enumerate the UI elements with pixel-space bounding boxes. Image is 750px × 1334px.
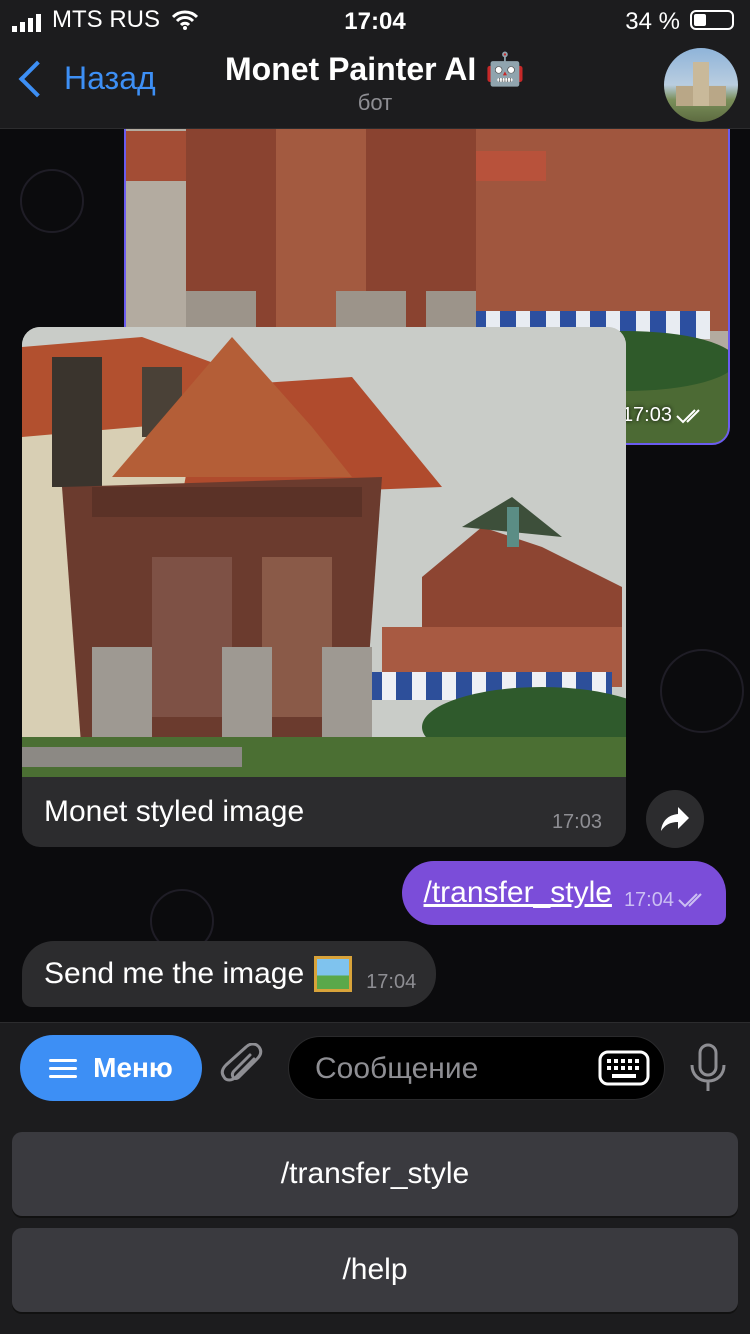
- share-arrow-icon: [661, 807, 689, 831]
- bot-reply-keyboard: /transfer_style /help: [0, 1113, 750, 1334]
- chat-header: Назад Monet Painter AI 🤖 бот: [0, 42, 750, 129]
- received-text-message[interactable]: Send me the image 17:04: [22, 941, 437, 1007]
- bot-menu-button[interactable]: Меню: [20, 1035, 202, 1101]
- message-input[interactable]: [313, 1049, 587, 1089]
- microphone-icon: [690, 1043, 726, 1091]
- received-image[interactable]: [22, 327, 626, 777]
- battery-percent: 34 %: [625, 8, 680, 35]
- menu-label: Меню: [93, 1052, 173, 1083]
- sent-image-timestamp: 17:03: [622, 404, 706, 427]
- received-image-caption-bubble[interactable]: Monet styled image 17:03: [22, 777, 626, 847]
- background-doodle: [20, 169, 84, 233]
- message-timestamp: 17:04: [366, 970, 417, 993]
- voice-record-button[interactable]: [688, 1043, 728, 1098]
- background-doodle: [660, 649, 744, 733]
- chat-subtitle: бот: [357, 90, 393, 115]
- command-link[interactable]: /transfer_style: [424, 876, 612, 910]
- hamburger-icon: [49, 1054, 78, 1083]
- bot-avatar[interactable]: [664, 48, 738, 122]
- message-field[interactable]: [288, 1036, 665, 1100]
- attach-button[interactable]: [220, 1042, 266, 1098]
- forward-button[interactable]: [646, 790, 704, 848]
- battery-icon: [690, 10, 734, 30]
- sent-command-message[interactable]: /transfer_style 17:04: [401, 861, 726, 925]
- bot-keyboard-toggle-button[interactable]: [598, 1050, 650, 1091]
- image-caption: Monet styled image: [44, 795, 305, 828]
- keyboard-button-help[interactable]: /help: [12, 1228, 738, 1312]
- keyboard-button-transfer-style[interactable]: /transfer_style: [12, 1132, 738, 1216]
- message-input-bar: Меню: [0, 1022, 750, 1113]
- double-check-icon: [678, 893, 702, 908]
- monet-styled-photo: [22, 327, 626, 777]
- message-text: Send me the image: [44, 957, 305, 990]
- double-check-icon: [676, 408, 700, 423]
- message-timestamp: 17:03: [551, 811, 602, 833]
- paperclip-icon: [220, 1042, 263, 1082]
- status-bar: MTS RUS 17:04 34 %: [0, 0, 750, 42]
- message-timestamp: 17:04: [623, 888, 674, 911]
- framed-picture-icon: [314, 956, 353, 992]
- chat-title[interactable]: Monet Painter AI 🤖: [0, 50, 750, 88]
- keyboard-icon: [598, 1050, 650, 1086]
- message-list[interactable]: 17:03 Monet styled image 17:03 /transfer…: [0, 129, 750, 1022]
